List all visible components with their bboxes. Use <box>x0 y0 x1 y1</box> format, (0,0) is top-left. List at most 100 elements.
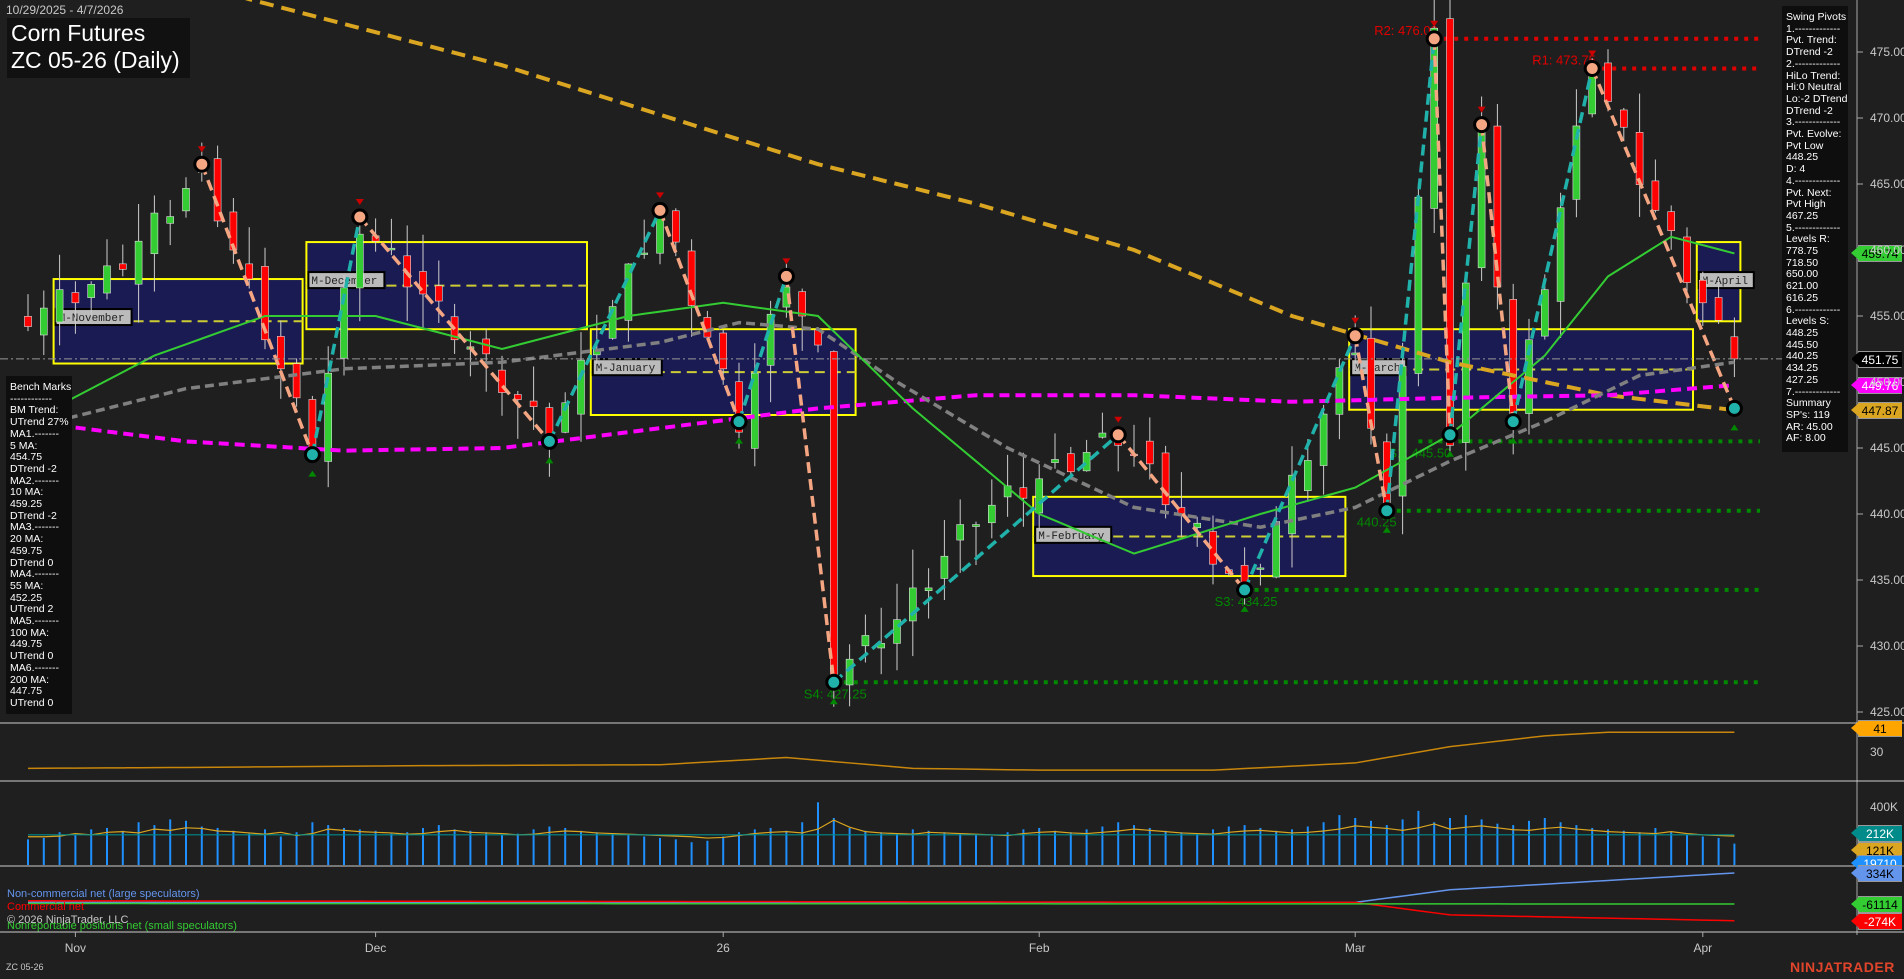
candle-body <box>1336 368 1343 415</box>
legend-commercial: Commercial net <box>7 901 84 913</box>
x-tick-label: Apr <box>1693 941 1712 955</box>
candle-body <box>720 333 727 369</box>
candle-body <box>56 290 63 322</box>
candle-body <box>1731 337 1738 359</box>
cot-noncommercial-tag: 334K <box>1858 865 1902 882</box>
candle-body <box>1652 181 1659 211</box>
panel-line: 4.------------- <box>1786 176 1844 188</box>
candle-body <box>1036 479 1043 513</box>
swing-high-marker <box>1475 118 1489 132</box>
candle-body <box>925 588 932 591</box>
candle-body <box>293 364 300 398</box>
swing-low-marker <box>1727 401 1741 415</box>
swing-high-marker <box>1111 428 1125 442</box>
candle-body <box>25 316 32 326</box>
candle-body <box>641 253 648 255</box>
candle-body <box>862 635 869 645</box>
swing-high-marker <box>653 203 667 217</box>
panel-line: 55 MA: <box>10 581 68 593</box>
down-triangle-icon <box>1114 417 1122 423</box>
swing-zigzag-line <box>1387 39 1434 511</box>
swing-low-marker <box>1380 504 1394 518</box>
candle-body <box>183 188 190 210</box>
swing-high-marker <box>1348 329 1362 343</box>
candle-body <box>530 401 537 407</box>
panel-line: AF: 8.00 <box>1786 433 1844 445</box>
swing-low-marker <box>732 415 746 429</box>
panel-line: 459.75 <box>10 546 68 558</box>
instrument-name: Corn Futures <box>11 20 186 47</box>
swing-pivots-panel: Swing Pivots1.-------------Pvt. Trend:DT… <box>1782 6 1848 452</box>
candle-body <box>119 264 126 270</box>
footer-symbol: ZC 05-26 <box>6 962 44 972</box>
x-tick-label: Dec <box>365 941 386 955</box>
swing-high-marker <box>779 269 793 283</box>
candle-body <box>1052 459 1059 462</box>
down-triangle-icon <box>356 199 364 205</box>
candle-body <box>1162 453 1169 505</box>
candle-body <box>578 360 585 414</box>
panel-line: SP's: 119 <box>1786 410 1844 422</box>
panel-line: MA1.------- <box>10 429 68 441</box>
y-tick-label: 450.00 <box>1870 375 1904 389</box>
volume-axis-tick: 400K <box>1870 800 1898 814</box>
monthly-box-label: M-January <box>593 359 662 375</box>
swing-high-marker <box>1427 32 1441 46</box>
chart-title: Corn Futures ZC 05-26 (Daily) <box>7 18 190 78</box>
candle-body <box>957 525 964 541</box>
swing-low-marker <box>542 434 556 448</box>
panel-line: 448.25 <box>1786 328 1844 340</box>
cot-nonreportable-tag: -61114 <box>1858 896 1902 913</box>
candle-body <box>72 293 79 303</box>
down-triangle-icon <box>1351 318 1359 324</box>
down-triangle-icon <box>1478 107 1486 113</box>
candle-body <box>151 213 158 254</box>
swing-high-marker <box>195 157 209 171</box>
x-tick-label: Feb <box>1029 941 1050 955</box>
swing-low-marker <box>305 448 319 462</box>
candle-body <box>1368 338 1375 428</box>
candle-body <box>830 352 837 683</box>
candle-body <box>799 292 806 316</box>
swing-low-marker <box>1506 415 1520 429</box>
candle-body <box>941 556 948 578</box>
candle-body <box>1146 441 1153 464</box>
monthly-box-label-text: M-April <box>1702 276 1748 288</box>
candle-body <box>1636 132 1643 184</box>
price-tag: 451.75 <box>1858 351 1902 368</box>
candle-body <box>356 234 363 288</box>
candle-body <box>246 264 253 279</box>
price-chart[interactable]: M-NovemberM-DecemberM-JanuaryM-FebruaryM… <box>0 0 1904 979</box>
candle-body <box>1320 414 1327 466</box>
up-triangle-icon <box>308 471 316 477</box>
panel-line: 778.75 <box>1786 246 1844 258</box>
price-tag: 447.87 <box>1858 402 1902 419</box>
candle-body <box>846 659 853 685</box>
bench-marks-panel: Bench Marks------------BM Trend:UTrend 2… <box>6 376 72 714</box>
cot-noncommercial-line <box>28 873 1734 902</box>
candle-body <box>1067 454 1074 472</box>
candle-body <box>1020 488 1027 498</box>
down-triangle-icon <box>656 192 664 198</box>
down-triangle-icon <box>782 258 790 264</box>
panel-line: Lo:-2 DTrend <box>1786 94 1844 106</box>
level-label: S1: 445.50 <box>1388 445 1451 460</box>
legend-noncommercial: Non-commercial net (large speculators) <box>7 888 200 900</box>
swing-low-marker <box>827 675 841 689</box>
y-tick-label: 465.00 <box>1870 177 1904 191</box>
candle-body <box>1273 522 1280 578</box>
swing-high-marker <box>353 210 367 224</box>
ninjatrader-logo: NINJATRADER <box>1790 959 1895 975</box>
swing-low-marker <box>1443 428 1457 442</box>
y-tick-label: 430.00 <box>1870 639 1904 653</box>
panel-line: 467.25 <box>1786 211 1844 223</box>
y-tick-label: 435.00 <box>1870 573 1904 587</box>
candle-body <box>435 286 442 301</box>
panel-line: MA5.------- <box>10 616 68 628</box>
monthly-box-label-text: M-January <box>596 363 656 375</box>
up-triangle-icon <box>735 438 743 444</box>
candle-body <box>104 266 111 293</box>
panel-line: Pvt. Evolve: <box>1786 129 1844 141</box>
candle-body <box>1668 212 1675 231</box>
y-tick-label: 470.00 <box>1870 111 1904 125</box>
